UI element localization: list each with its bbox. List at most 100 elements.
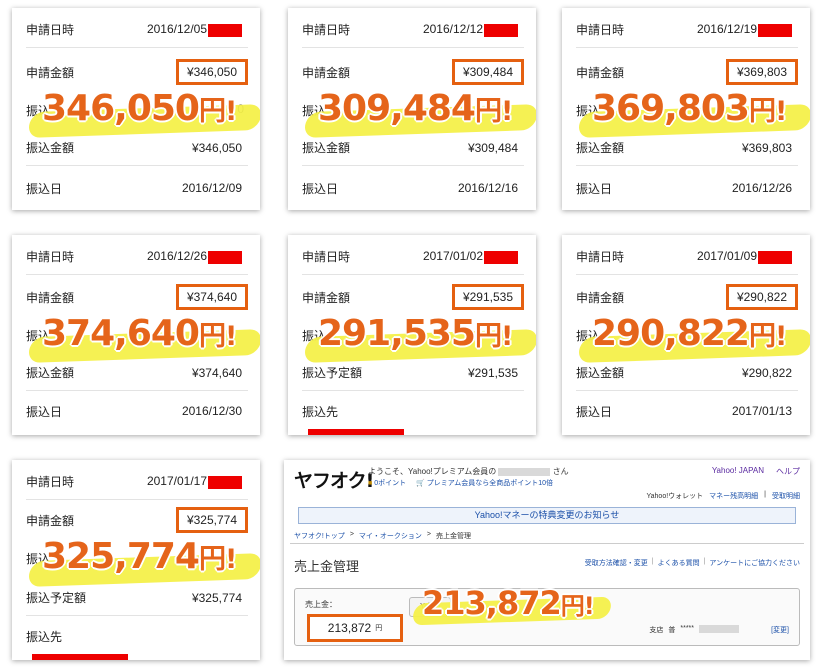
receipt-statement-link[interactable]: 受取明細 [772,491,800,501]
transfer-amount-row: 振込金額 ¥290,822 [576,355,798,391]
transfer-to-label: 振込先 [26,629,63,644]
link-separator: | [703,558,706,565]
big-amount-number: 309,484 [318,88,476,129]
transfer-date-value: 2016/12/30 [181,404,242,418]
account-name-mask [699,625,739,633]
breadcrumb-separator: > [349,531,354,538]
yahoo-auction-sales-panel: ヤフオク! ようこそ、Yahoo!プレミアム会員の さん ■ 0ポイント 🛒 プ… [284,460,810,660]
request-datetime-row: 申請日時 2017/01/02 [302,239,524,275]
redaction-mask [484,250,518,264]
big-amount-suffix: 円! [474,96,513,127]
big-amount-overlay: 374,640円! [42,313,237,354]
transfer-date-value: 2016/12/26 [731,181,792,195]
big-amount-suffix: 円! [198,544,237,575]
notice-banner[interactable]: Yahoo!マネーの特典変更のお知らせ [298,507,796,524]
request-datetime-label: 申請日時 [576,250,625,264]
request-amount-value: ¥346,050 [175,59,248,85]
request-amount-value: ¥290,822 [725,284,798,310]
request-datetime-value: 2016/12/05 [147,22,248,37]
transfer-card-2: 申請日時 2016/12/12 申請金額 ¥309,484 振込 309,484… [288,8,536,210]
transfer-to-row: 振込先 [26,618,248,654]
redaction-mask [208,250,242,264]
yahoo-japan-link[interactable]: Yahoo! JAPAN [712,466,764,477]
request-amount-row: 申請金額 ¥346,050 [26,54,248,90]
help-link[interactable]: ヘルプ [776,466,800,477]
datetime-text: 2017/01/09 [696,249,757,264]
transfer-date-value: 2016/12/16 [457,181,518,195]
sales-amount-box: 213,872 円 [307,614,403,642]
receive-method-link[interactable]: 受取方法確認・変更 [585,558,648,568]
welcome-suffix: さん [552,467,569,476]
request-datetime-value: 2016/12/12 [422,22,524,37]
request-amount-label: 申請金額 [26,290,75,305]
request-amount-value: ¥291,535 [451,284,524,310]
transfer-card-6: 申請日時 2017/01/09 申請金額 ¥290,822 振込 290,822… [562,235,810,435]
yahuoku-logo[interactable]: ヤフオク! [294,466,374,493]
transfer-amount-value: ¥369,803 [741,140,792,155]
big-amount-overlay: 346,050円! [42,88,237,129]
big-amount-number: 369,803 [592,88,750,129]
big-amount-suffix: 円! [474,321,513,352]
transfer-amount-label: 振込金額 [26,366,75,380]
points-line: ■ 0ポイント 🛒 プレミアム会員なら全商品ポイント10倍 [368,478,553,488]
transfer-amount-row: 振込金額 ¥309,484 [302,130,524,166]
request-datetime-row: 申請日時 2016/12/19 [576,12,798,48]
transfer-date-value: 2016/12/09 [181,181,242,195]
transfer-amount-value: ¥346,050 [191,140,242,155]
transfer-amount-value: ¥374,640 [191,365,242,380]
cart-icon: 🛒 [416,480,425,487]
breadcrumb-my-auction-link[interactable]: マイ・オークション [359,531,422,541]
bank-branch-label: 支店 [649,627,664,634]
transfer-planned-row: 振込予定額 ¥291,535 [302,355,524,391]
request-datetime-row: 申請日時 2016/12/05 [26,12,248,48]
money-balance-link[interactable]: マネー残高明細 [709,491,758,501]
points-link[interactable]: 0ポイント [374,480,406,487]
transfer-card-5: 申請日時 2017/01/02 申請金額 ¥291,535 振込 291,535… [288,235,536,435]
premium-note-link[interactable]: プレミアム会員なら全商品ポイント10倍 [427,480,553,487]
request-datetime-label: 申請日時 [302,250,351,264]
transfer-amount-row: 振込金額 ¥374,640 [26,355,248,391]
big-amount-overlay: 290,822円! [592,313,787,354]
transfer-date-row: 振込日 2016/12/26 [576,170,798,206]
request-datetime-value: 2017/01/17 [147,474,248,489]
big-amount-suffix: 円! [560,592,595,620]
request-datetime-label: 申請日時 [26,250,75,264]
request-datetime-row: 申請日時 2017/01/09 [576,239,798,275]
request-amount-value: ¥309,484 [451,59,524,85]
welcome-message: ようこそ、Yahoo!プレミアム会員の さん [368,466,569,477]
big-amount-number: 213,872 [422,584,562,622]
transfer-amount-row: 振込金額 ¥346,050 [26,130,248,166]
faq-link[interactable]: よくある質問 [658,558,700,568]
big-amount-overlay: 325,774円! [42,536,237,577]
redaction-mask [208,475,242,489]
request-amount-row: 申請金額 ¥369,803 [576,54,798,90]
request-datetime-label: 申請日時 [26,23,75,37]
datetime-text: 2016/12/26 [146,249,207,264]
request-amount-value: ¥374,640 [175,284,248,310]
redaction-mask [484,23,518,37]
big-amount-overlay: 309,484円! [318,88,513,129]
transfer-amount-label: 振込金額 [576,141,625,155]
request-amount-row: 申請金額 ¥290,822 [576,279,798,315]
request-amount-value: ¥369,803 [725,59,798,85]
request-amount-value: ¥325,774 [175,507,248,533]
request-amount-row: 申請金額 ¥291,535 [302,279,524,315]
page-title: 売上金管理 [294,559,360,574]
transfer-card-7: 申請日時 2017/01/17 申請金額 ¥325,774 振込 325,774… [12,460,260,660]
survey-link[interactable]: アンケートにご協力ください [709,558,800,568]
wallet-links: Yahoo!ウォレット マネー残高明細 | 受取明細 [647,491,801,501]
top-links: Yahoo! JAPAN ヘルプ [712,466,800,477]
transfer-date-row: 振込日 2017/01/13 [576,393,798,429]
big-amount-number: 291,535 [318,313,476,354]
breadcrumb-top-link[interactable]: ヤフオク!トップ [294,531,345,541]
request-amount-label: 申請金額 [576,290,625,305]
request-amount-label: 申請金額 [302,65,351,80]
change-link[interactable]: [変更] [771,625,789,635]
big-amount-number: 325,774 [42,536,200,577]
big-amount-overlay: 213,872円! [422,584,595,622]
datetime-text: 2016/12/12 [422,22,483,37]
request-datetime-row: 申請日時 2017/01/17 [26,464,248,500]
transfer-date-label: 振込日 [576,181,613,196]
transfer-date-label: 振込日 [26,181,63,196]
wallet-label: Yahoo!ウォレット [646,493,704,500]
